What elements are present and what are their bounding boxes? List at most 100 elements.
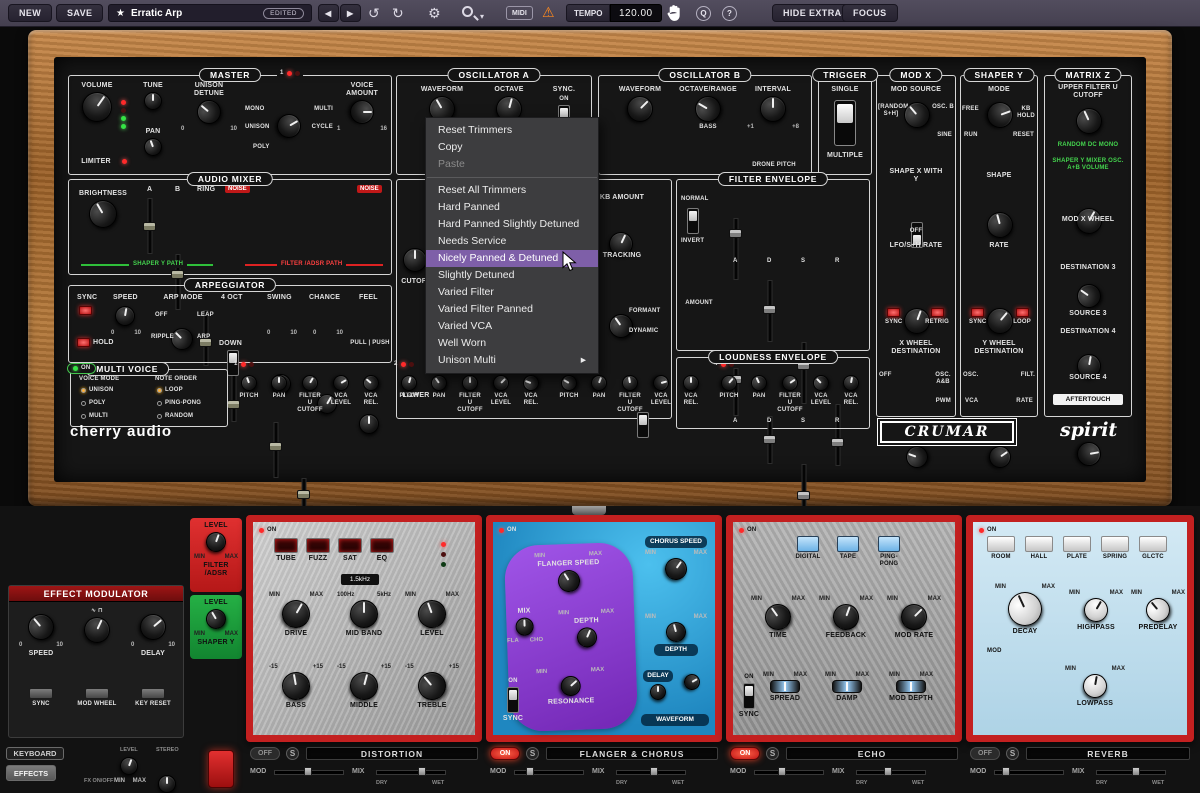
voice2-filter-knob[interactable] xyxy=(462,375,478,391)
save-button[interactable]: SAVE xyxy=(56,4,103,22)
chorus-speed-knob[interactable] xyxy=(661,553,692,584)
spread-knob[interactable] xyxy=(770,680,800,693)
matrix-dest4-knob[interactable] xyxy=(1075,440,1103,468)
decay-knob[interactable] xyxy=(1002,586,1047,631)
matrix-dest1-knob[interactable] xyxy=(1072,104,1107,139)
hall-button[interactable] xyxy=(1025,536,1053,552)
voice4-pan-knob[interactable] xyxy=(748,372,769,393)
fxmod-keyreset-button[interactable] xyxy=(141,688,165,699)
menu-item-varied-filter-panned[interactable]: Varied Filter Panned xyxy=(426,301,598,318)
reverb-solo-button[interactable]: S xyxy=(1006,747,1019,760)
filter-env-decay-slider[interactable] xyxy=(763,280,776,342)
radio-multi[interactable]: MULTI xyxy=(81,413,108,420)
shape-knob[interactable] xyxy=(984,209,1016,241)
voice3-pan-knob[interactable] xyxy=(589,373,610,394)
arp-speed-knob[interactable] xyxy=(113,304,136,327)
menu-item-unison-multi[interactable]: Unison Multi▸ xyxy=(426,352,598,369)
mixer-slider-a2[interactable] xyxy=(269,422,282,478)
brightness-knob[interactable] xyxy=(84,195,122,233)
shaper-sync-button[interactable] xyxy=(971,308,984,317)
tempo-value[interactable]: 120.00 xyxy=(610,4,662,22)
echo-sync-switch[interactable] xyxy=(743,683,755,709)
distortion-power-button[interactable]: OFF xyxy=(250,747,280,760)
effects-tab[interactable]: EFFECTS xyxy=(6,765,56,781)
redo-icon[interactable]: ↻ xyxy=(392,3,404,23)
flanger-solo-button[interactable]: S xyxy=(526,747,539,760)
voice-mode-knob[interactable] xyxy=(273,110,306,143)
pingpong-button[interactable] xyxy=(878,536,900,552)
zoom-dropdown-icon[interactable]: ▾ xyxy=(480,7,484,27)
feedback-knob[interactable] xyxy=(829,600,862,633)
arp-hold-button[interactable] xyxy=(77,338,90,347)
voice2-pitch-knob[interactable] xyxy=(399,373,419,393)
dist-level-knob[interactable] xyxy=(414,596,450,632)
voice4-vca-knob[interactable] xyxy=(810,372,833,395)
mod-source-knob[interactable] xyxy=(899,97,936,134)
voice1-vca-knob[interactable] xyxy=(330,372,352,394)
matrix-source2-knob[interactable] xyxy=(1072,279,1105,312)
echo-solo-button[interactable]: S xyxy=(766,747,779,760)
menu-item-needs-service[interactable]: Needs Service xyxy=(426,233,598,250)
warning-icon[interactable]: ⚠ xyxy=(542,4,555,21)
hand-drag-icon[interactable] xyxy=(666,4,683,27)
keyboard-tab[interactable]: KEYBOARD xyxy=(6,747,64,760)
radio-unison[interactable]: UNISON xyxy=(81,387,114,394)
menu-item-reset-trimmers[interactable]: Reset Trimmers xyxy=(426,122,598,139)
radio-loop[interactable]: LOOP xyxy=(157,387,183,394)
predelay-knob[interactable] xyxy=(1141,593,1175,627)
reverb-mod-slider[interactable] xyxy=(994,767,1064,776)
x-wheel-dest-knob[interactable] xyxy=(903,443,931,471)
unison-detune-knob[interactable] xyxy=(192,95,226,129)
voice2-vcarel-knob[interactable] xyxy=(521,373,542,394)
eq-button[interactable] xyxy=(370,538,394,553)
voice3-vca-knob[interactable] xyxy=(651,373,671,393)
cutoff-knob[interactable] xyxy=(403,248,427,272)
multi-voice-on-toggle[interactable]: ON xyxy=(67,363,96,374)
qwerty-keyboard-button[interactable]: Q xyxy=(696,6,711,21)
menu-item-hard-panned-slightly-detuned[interactable]: Hard Panned Slightly Detuned xyxy=(426,216,598,233)
voice1-filter-knob[interactable] xyxy=(299,372,321,394)
flanger-speed-knob[interactable] xyxy=(554,566,584,596)
mod-x-retrig-button[interactable] xyxy=(931,308,944,317)
mod-x-sync-button[interactable] xyxy=(887,308,900,317)
tube-button[interactable] xyxy=(274,538,298,553)
reverb-mix-slider[interactable] xyxy=(1096,767,1166,776)
panel-release-tab[interactable] xyxy=(572,506,606,515)
menu-item-reset-all-trimmers[interactable]: Reset All Trimmers xyxy=(426,182,598,199)
arp-sync-button[interactable] xyxy=(79,306,92,315)
fxmod-speed-knob[interactable] xyxy=(23,609,60,646)
shaper-send-knob[interactable] xyxy=(202,605,229,632)
voice2-pan-knob[interactable] xyxy=(428,372,450,394)
preset-selector[interactable]: ★ Erratic Arp EDITED xyxy=(108,4,312,22)
undo-icon[interactable]: ↺ xyxy=(368,3,380,23)
menu-item-varied-filter[interactable]: Varied Filter xyxy=(426,284,598,301)
focus-button[interactable]: FOCUS xyxy=(842,4,898,22)
help-button[interactable]: ? xyxy=(722,6,737,21)
chorus-delay-knob[interactable] xyxy=(650,684,666,700)
glctc-button[interactable] xyxy=(1139,536,1167,552)
flanger-mix-slider[interactable] xyxy=(616,767,686,776)
drive-knob[interactable] xyxy=(277,595,315,633)
menu-item-hard-panned[interactable]: Hard Panned xyxy=(426,199,598,216)
favorite-star-icon[interactable]: ★ xyxy=(116,8,125,19)
lowpass-knob[interactable] xyxy=(1081,672,1109,700)
voice1-vcarel-knob[interactable] xyxy=(360,372,383,395)
fxmod-sync-button[interactable] xyxy=(29,688,53,699)
flanger-power-button[interactable]: ON xyxy=(490,747,520,760)
new-button[interactable]: NEW xyxy=(8,4,52,22)
fxmod-delay-knob[interactable] xyxy=(135,609,172,646)
fx-bypass-button[interactable] xyxy=(208,750,234,788)
prev-preset-button[interactable]: ◀ xyxy=(318,4,339,22)
voice3-vcarel-knob[interactable] xyxy=(683,375,699,391)
osc-b-interval-knob[interactable] xyxy=(760,96,786,122)
middle-knob[interactable] xyxy=(347,669,381,703)
midi-indicator[interactable]: MIDI xyxy=(506,6,533,20)
echo-mod-slider[interactable] xyxy=(754,767,824,776)
time-knob[interactable] xyxy=(760,599,796,635)
spring-button[interactable] xyxy=(1101,536,1129,552)
menu-item-varied-vca[interactable]: Varied VCA xyxy=(426,318,598,335)
treble-knob[interactable] xyxy=(412,666,451,705)
distortion-mod-slider[interactable] xyxy=(274,767,344,776)
pan-knob[interactable] xyxy=(141,136,164,159)
chorus-depth-knob[interactable] xyxy=(664,620,688,644)
